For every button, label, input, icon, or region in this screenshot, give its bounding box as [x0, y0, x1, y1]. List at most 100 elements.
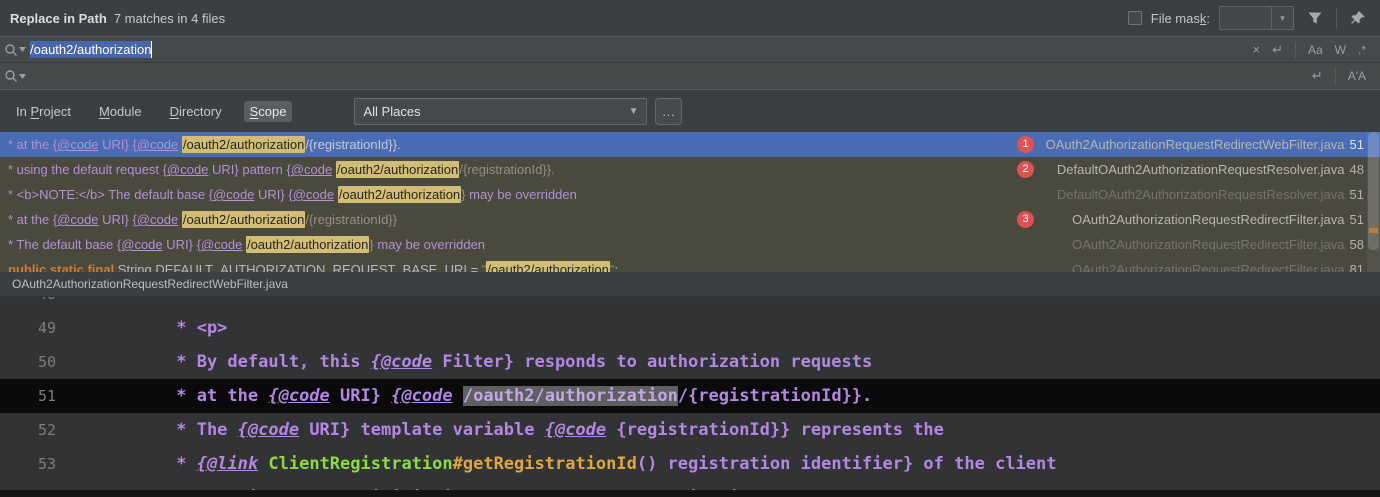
- gutter-line-number: 49: [37, 319, 56, 337]
- editor-line[interactable]: 53 * {@link ClientRegistration#getRegist…: [0, 447, 1380, 481]
- text-segment: {@code: [286, 162, 333, 177]
- scope-places-combo[interactable]: All Places ▼: [354, 98, 648, 125]
- text-segment: {@code: [162, 162, 209, 177]
- gutter-line-number: 50: [37, 353, 56, 371]
- file-order-badge: 1: [1017, 136, 1034, 153]
- result-row[interactable]: public static final String DEFAULT_AUTHO…: [0, 257, 1380, 272]
- text-segment: *: [166, 297, 186, 304]
- text-segment: {@code: [268, 386, 330, 406]
- gutter-line-number: 48: [0, 297, 70, 311]
- results-list: * at the {@code URI} {@code /oauth2/auth…: [0, 132, 1380, 272]
- text-segment: [453, 386, 463, 406]
- newline-icon[interactable]: ↵: [1272, 42, 1283, 58]
- dialog-title: Replace in Path: [10, 10, 107, 26]
- text-segment: * The default base: [8, 237, 117, 252]
- text-segment: {@code: [237, 420, 300, 440]
- text-segment: * <p>: [166, 318, 228, 338]
- clear-icon[interactable]: ×: [1252, 42, 1260, 57]
- result-row[interactable]: * <b>NOTE:</b> The default base {@code U…: [0, 182, 1380, 207]
- result-file-name: DefaultOAuth2AuthorizationRequestResolve…: [1056, 187, 1345, 202]
- text-segment: /{registrationId}}: [305, 212, 398, 227]
- preview-editor[interactable]: 48 *49 * <p>50 * By default, this {@code…: [0, 297, 1380, 490]
- scope-more-button[interactable]: ...: [655, 98, 683, 125]
- text-segment: URI}: [329, 386, 392, 406]
- result-row[interactable]: * at the {@code URI} {@code /oauth2/auth…: [0, 132, 1380, 157]
- text-segment: public static final: [8, 262, 115, 272]
- replace-history-icon[interactable]: [0, 69, 30, 83]
- text-segment: /{registrationId}}.: [459, 162, 555, 177]
- code-text: * <p>: [70, 311, 227, 345]
- text-segment: {@code: [370, 352, 433, 372]
- chevron-down-icon: ▼: [628, 106, 639, 117]
- result-line-number: 81: [1349, 262, 1364, 272]
- text-segment: * at the: [8, 212, 53, 227]
- text-segment: String DEFAULT_AUTHORIZATION_REQUEST_BAS…: [114, 262, 482, 272]
- file-mask-checkbox[interactable]: [1127, 11, 1142, 25]
- code-text: * that is used for initiating the OAuth …: [70, 481, 841, 490]
- code-text: * {@link ClientRegistration#getRegistrat…: [70, 447, 1056, 481]
- scope-bar: In Project Module Directory Scope All Place…: [0, 91, 1380, 132]
- field-divider: [1334, 68, 1336, 84]
- scope-tab-directory[interactable]: Directory: [164, 101, 228, 122]
- search-history-icon[interactable]: [0, 43, 30, 57]
- search-input-value[interactable]: /oauth2/authorization: [30, 41, 153, 58]
- gutter-line-number: 54: [0, 481, 70, 490]
- words-icon[interactable]: W: [1335, 43, 1346, 57]
- text-segment: {@code: [196, 237, 243, 252]
- result-file-info: DefaultOAuth2AuthorizationRequestResolve…: [1057, 182, 1364, 207]
- chevron-down-icon[interactable]: ▾: [1271, 7, 1293, 29]
- text-segment: may be overridden: [373, 237, 486, 252]
- file-mask-combo[interactable]: ▾: [1219, 6, 1294, 30]
- text-segment: URI}: [98, 137, 133, 152]
- editor-line[interactable]: 54 * that is used for initiating the OAu…: [0, 481, 1380, 490]
- text-segment: /oauth2/authorization: [245, 236, 370, 253]
- text-segment: [258, 454, 268, 474]
- text-segment: /oauth2/authorization: [335, 161, 460, 178]
- result-row[interactable]: * at the {@code URI} {@code /oauth2/auth…: [0, 207, 1380, 232]
- header-divider: [1336, 8, 1337, 28]
- search-field[interactable]: /oauth2/authorization × ↵ Aa W .*: [0, 36, 1380, 63]
- scope-tab-module[interactable]: Module: [93, 101, 148, 122]
- replace-field[interactable]: ↵ A'A: [0, 63, 1380, 90]
- text-segment: /oauth2/authorization: [181, 211, 306, 228]
- scope-tab-in-project[interactable]: In Project: [10, 101, 77, 122]
- editor-line[interactable]: 48 *: [0, 297, 1380, 311]
- results-scrollbar[interactable]: [1367, 132, 1380, 272]
- file-order-badge: 2: [1017, 161, 1034, 178]
- dialog-header: Replace in Path 7 matches in 4 files Fil…: [0, 0, 1380, 36]
- editor-line[interactable]: 51 * at the {@code URI} {@code /oauth2/a…: [0, 379, 1380, 413]
- text-segment: * at the: [8, 137, 53, 152]
- text-segment: /{registrationId}}.: [677, 386, 873, 406]
- result-file-name: OAuth2AuthorizationRequestRedirectWebFil…: [1045, 137, 1345, 152]
- code-text: * By default, this {@code Filter} respon…: [70, 345, 872, 379]
- regex-icon[interactable]: .*: [1358, 43, 1366, 57]
- text-segment: /oauth2/authorization: [462, 386, 678, 406]
- editor-line[interactable]: 50 * By default, this {@code Filter} res…: [0, 345, 1380, 379]
- gutter-line-number: 53: [37, 455, 56, 473]
- text-segment: {@link: [196, 454, 259, 474]
- filter-icon[interactable]: [1303, 6, 1327, 30]
- scope-tab-scope[interactable]: Scope: [243, 100, 293, 122]
- text-segment: /{registrationId}}.: [305, 137, 401, 152]
- scope-places-value: All Places: [363, 104, 421, 119]
- bottom-edge: [0, 490, 1380, 497]
- preview-tab[interactable]: OAuth2AuthorizationRequestRedirectWebFil…: [12, 277, 288, 291]
- text-segment: *: [166, 454, 197, 474]
- result-row[interactable]: * using the default request {@code URI} …: [0, 157, 1380, 182]
- editor-line[interactable]: 52 * The {@code URI} template variable {…: [0, 413, 1380, 447]
- gutter-line-number: 51: [37, 387, 56, 405]
- pin-icon[interactable]: [1346, 6, 1370, 30]
- text-segment: /oauth2/authorization: [486, 261, 610, 272]
- result-row[interactable]: * The default base {@code URI} {@code /o…: [0, 232, 1380, 257]
- text-segment: {@code: [208, 187, 255, 202]
- editor-line[interactable]: 49 * <p>: [0, 311, 1380, 345]
- file-mask-label: File mask:: [1150, 10, 1210, 26]
- match-case-icon[interactable]: Aa: [1308, 43, 1323, 57]
- newline-icon[interactable]: ↵: [1312, 68, 1323, 84]
- gutter-line-number: 52: [37, 421, 56, 439]
- preview-tab-bar: OAuth2AuthorizationRequestRedirectWebFil…: [0, 272, 1380, 297]
- preserve-case-icon[interactable]: A'A: [1348, 69, 1366, 83]
- text-segment: URI} template variable: [299, 420, 545, 440]
- result-line-number: 48: [1349, 162, 1364, 177]
- text-segment: {@code: [52, 212, 99, 227]
